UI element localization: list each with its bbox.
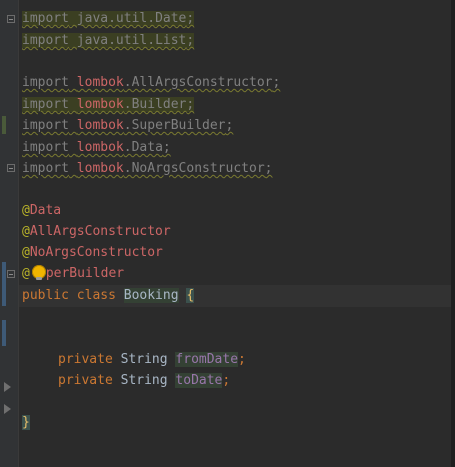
field-modifier: private bbox=[58, 373, 113, 388]
change-marker[interactable] bbox=[2, 320, 6, 346]
unused-import: import java.util.List; bbox=[22, 33, 195, 48]
fold-marker-icon[interactable] bbox=[7, 15, 15, 23]
open-brace: { bbox=[186, 288, 195, 303]
annotation-at: @ bbox=[22, 266, 30, 281]
code-line-annotation-allargs[interactable]: @AllArgsConstructor bbox=[22, 222, 171, 242]
unused-import: import lombok.Data; bbox=[22, 140, 171, 155]
semicolon: ; bbox=[238, 352, 246, 367]
annotation-name: Data bbox=[29, 203, 62, 218]
code-line-import-noargs[interactable]: import lombok.NoArgsConstructor; bbox=[22, 159, 272, 179]
field-modifier: private bbox=[58, 352, 113, 367]
annotation-at: @ bbox=[22, 245, 30, 260]
editor-gutter[interactable] bbox=[0, 0, 18, 467]
fold-marker-icon[interactable] bbox=[7, 164, 15, 172]
code-line-import-builder[interactable]: import lombok.Builder; bbox=[22, 95, 195, 115]
annotation-name: perBuilder bbox=[45, 266, 125, 281]
code-line-import-date[interactable]: import java.util.Date; bbox=[22, 9, 195, 29]
unused-import: import lombok.AllArgsConstructor; bbox=[22, 75, 281, 90]
field-type: String bbox=[120, 373, 168, 388]
code-editor[interactable]: import java.util.Date; import java.util.… bbox=[0, 0, 455, 467]
field-name: toDate bbox=[175, 373, 223, 388]
fold-marker-icon[interactable] bbox=[7, 270, 15, 278]
field-name: fromDate bbox=[175, 352, 239, 367]
annotation-at: @ bbox=[22, 203, 30, 218]
unused-import: import lombok.Builder; bbox=[22, 97, 195, 112]
unused-import: import lombok.NoArgsConstructor; bbox=[22, 161, 273, 176]
change-marker[interactable] bbox=[2, 262, 6, 306]
code-line-import-list[interactable]: import java.util.List; bbox=[22, 31, 195, 51]
annotation-name: NoArgsConstructor bbox=[29, 245, 163, 260]
close-brace: } bbox=[22, 415, 30, 430]
unused-import: import lombok.SuperBuilder; bbox=[22, 118, 234, 133]
gutter-separator bbox=[18, 0, 19, 467]
code-line-annotation-data[interactable]: @Data bbox=[22, 201, 61, 221]
code-line-import-data[interactable]: import lombok.Data; bbox=[22, 138, 171, 158]
annotation-at: @ bbox=[22, 224, 30, 239]
code-line-field-fromdate[interactable]: private String fromDate; bbox=[58, 350, 246, 370]
code-line-close-brace[interactable]: } bbox=[22, 413, 30, 433]
breakpoint-arrow-icon[interactable] bbox=[4, 382, 11, 392]
intention-bulb-icon[interactable] bbox=[32, 265, 46, 280]
code-line-import-superbuilder[interactable]: import lombok.SuperBuilder; bbox=[22, 116, 233, 136]
class-name: Booking bbox=[123, 288, 179, 303]
code-line-field-todate[interactable]: private String toDate; bbox=[58, 371, 230, 391]
editor-scrollbar[interactable] bbox=[451, 0, 455, 467]
code-line-annotation-noargs[interactable]: @NoArgsConstructor bbox=[22, 243, 163, 263]
class-modifiers: public class bbox=[22, 288, 116, 303]
breakpoint-arrow-icon[interactable] bbox=[4, 404, 11, 414]
unused-import: import java.util.Date; bbox=[22, 11, 195, 26]
field-type: String bbox=[120, 352, 168, 367]
semicolon: ; bbox=[222, 373, 231, 388]
code-line-class-declaration[interactable]: public class Booking { bbox=[22, 286, 195, 306]
annotation-name: AllArgsConstructor bbox=[29, 224, 171, 239]
code-line-import-allargs[interactable]: import lombok.AllArgsConstructor; bbox=[22, 73, 280, 93]
change-marker[interactable] bbox=[2, 116, 6, 134]
